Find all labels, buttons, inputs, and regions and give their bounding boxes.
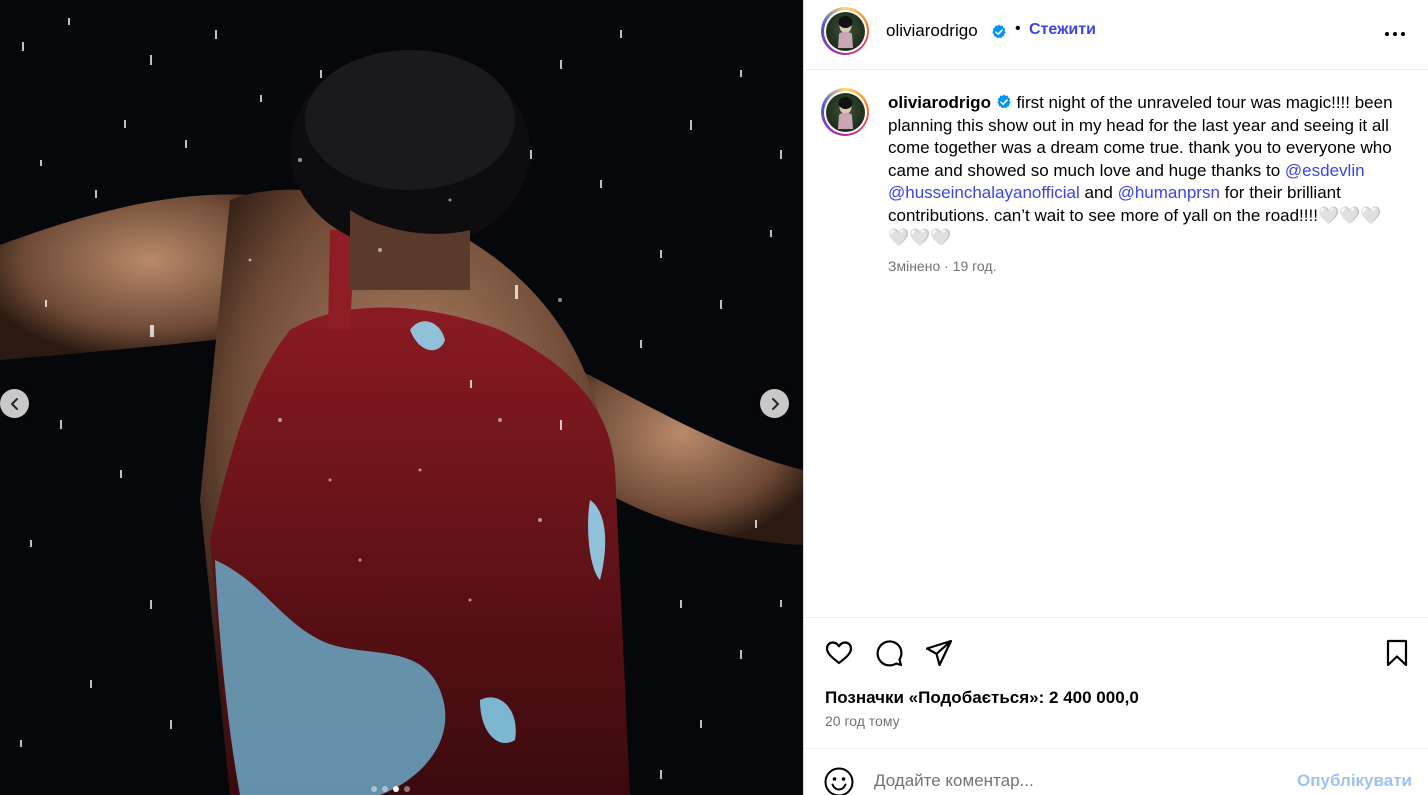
- slide-dot: [393, 786, 399, 792]
- mention-link[interactable]: @esdevlin: [1285, 161, 1365, 180]
- caption-text: and: [1079, 183, 1118, 202]
- publish-comment-button[interactable]: Опублікувати: [1297, 771, 1412, 791]
- caption-meta: Змінено · 19 год.: [888, 258, 997, 274]
- mention-link[interactable]: @husseinchalayanofficial: [888, 183, 1080, 202]
- heart-icon[interactable]: [824, 638, 854, 668]
- chevron-left-icon: [10, 397, 18, 410]
- comment-input[interactable]: [874, 769, 1274, 793]
- next-slide-button[interactable]: [760, 389, 789, 418]
- header-separator: •: [1015, 20, 1021, 37]
- mention-link[interactable]: @humanprsn: [1118, 183, 1220, 202]
- bookmark-icon[interactable]: [1382, 638, 1412, 668]
- more-options-icon[interactable]: [1383, 24, 1407, 44]
- share-icon[interactable]: [924, 638, 954, 668]
- post-caption: oliviarodrigo first night of the unravel…: [888, 92, 1398, 250]
- post-media[interactable]: [0, 0, 803, 795]
- slide-dot: [404, 786, 410, 792]
- chevron-right-icon: [771, 397, 779, 410]
- comments-section: oliviarodrigo first night of the unravel…: [804, 70, 1428, 618]
- likes-count[interactable]: Позначки «Подобається»: 2 400 000,0: [825, 688, 1139, 708]
- add-comment-bar: Опублікувати: [804, 748, 1428, 795]
- previous-slide-button[interactable]: [0, 389, 29, 418]
- author-username[interactable]: oliviarodrigo: [886, 21, 978, 41]
- verified-badge-icon: [992, 24, 1006, 39]
- follow-button[interactable]: Стежити: [1029, 21, 1096, 39]
- slide-dot: [382, 786, 388, 792]
- caption-avatar[interactable]: [821, 88, 869, 136]
- emoji-icon[interactable]: [823, 766, 855, 795]
- avatar-image: [825, 92, 865, 132]
- slide-indicator: [371, 786, 410, 792]
- post-actions: Позначки «Подобається»: 2 400 000,0 20 г…: [804, 618, 1428, 748]
- post-header: oliviarodrigo • Стежити: [804, 0, 1428, 70]
- avatar[interactable]: [821, 7, 869, 55]
- post-details-pane: oliviarodrigo • Стежити oliviarodrigo fi…: [803, 0, 1428, 795]
- slide-dot: [371, 786, 377, 792]
- post-timestamp[interactable]: 20 год тому: [825, 713, 900, 729]
- post-photo: [0, 0, 803, 795]
- verified-badge-icon: [997, 94, 1011, 109]
- avatar-image: [825, 11, 865, 51]
- comment-icon[interactable]: [874, 638, 904, 668]
- caption-username[interactable]: oliviarodrigo: [888, 93, 991, 112]
